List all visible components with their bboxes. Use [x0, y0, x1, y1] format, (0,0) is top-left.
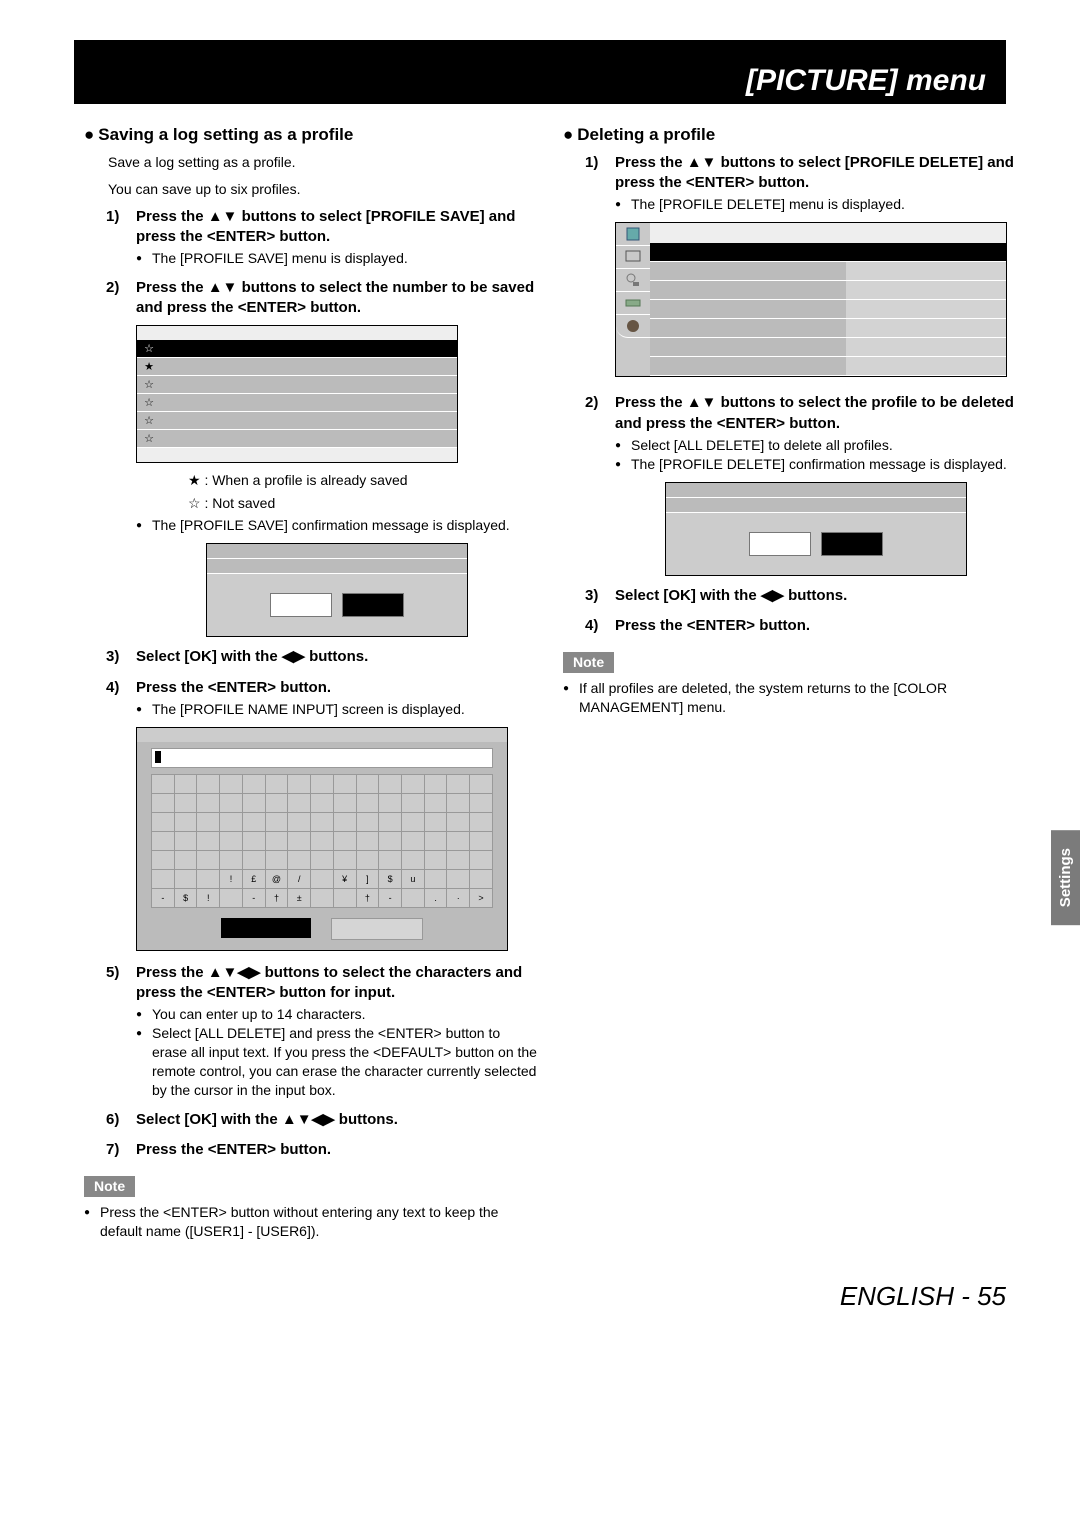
- onscreen-keyboard[interactable]: !£@/¥]$u -$!-†±†-.·>: [151, 774, 493, 908]
- right-step2: Press the ▲▼ buttons to select the profi…: [615, 393, 1016, 434]
- profile-name-input: !£@/¥]$u -$!-†±†-.·>: [136, 727, 508, 951]
- left-heading: Saving a log setting as a profile: [84, 124, 537, 147]
- intro-line2: You can save up to six profiles.: [108, 180, 537, 199]
- right-note1: If all profiles are deleted, the system …: [563, 679, 1016, 717]
- osk-all-delete-button[interactable]: [221, 918, 311, 938]
- left-step5-sub2: Select [ALL DELETE] and press the <ENTER…: [136, 1024, 537, 1100]
- star-outline-icon: ☆: [137, 430, 161, 448]
- lens-icon: [616, 269, 650, 292]
- right-step1: Press the ▲▼ buttons to select [PROFILE …: [615, 153, 1016, 194]
- right-step4: Press the <ENTER> button.: [615, 616, 1016, 636]
- header-bar: [PICTURE] menu: [74, 40, 1006, 104]
- intro-line1: Save a log setting as a profile.: [108, 153, 537, 172]
- left-step5-sub1: You can enter up to 14 characters.: [136, 1005, 537, 1024]
- right-step2-sub2: The [PROFILE DELETE] confirmation messag…: [615, 455, 1016, 474]
- left-step2: Press the ▲▼ buttons to select the numbe…: [136, 278, 537, 319]
- legend-saved: ★ : When a profile is already saved: [188, 471, 537, 490]
- profile-delete-confirm: [665, 482, 967, 576]
- right-step1-sub: The [PROFILE DELETE] menu is displayed.: [615, 195, 1016, 214]
- profile-save-confirm: [206, 543, 468, 637]
- left-step7: Press the <ENTER> button.: [136, 1140, 537, 1160]
- page-footer: ENGLISH - 55: [0, 1241, 1080, 1342]
- screen-icon: [616, 246, 650, 269]
- picture-icon: [616, 223, 650, 246]
- star-outline-icon: ☆: [137, 394, 161, 412]
- profile-save-list: ☆ ★ ☆ ☆ ☆ ☆: [136, 325, 458, 463]
- star-outline-icon: ☆: [137, 412, 161, 430]
- delete-cancel-button[interactable]: [821, 532, 883, 556]
- left-step3: Select [OK] with the ◀▶ buttons.: [136, 647, 537, 667]
- side-tab-settings: Settings: [1051, 830, 1080, 925]
- left-note1: Press the <ENTER> button without enterin…: [84, 1203, 537, 1241]
- star-outline-icon: ☆: [137, 340, 161, 358]
- left-step1: Press the ▲▼ buttons to select [PROFILE …: [136, 207, 537, 248]
- left-step4: Press the <ENTER> button.: [136, 678, 537, 698]
- profile-delete-menu: [615, 222, 1007, 377]
- left-note-label: Note: [84, 1176, 135, 1197]
- left-step4-sub: The [PROFILE NAME INPUT] screen is displ…: [136, 700, 537, 719]
- name-input-field[interactable]: [151, 748, 493, 768]
- left-step2-sub: The [PROFILE SAVE] confirmation message …: [136, 516, 537, 535]
- right-note-label: Note: [563, 652, 614, 673]
- left-step1-sub: The [PROFILE SAVE] menu is displayed.: [136, 249, 537, 268]
- left-step6: Select [OK] with the ▲▼◀▶ buttons.: [136, 1110, 537, 1130]
- lamp-icon: [616, 315, 650, 338]
- star-outline-icon: ☆: [137, 376, 161, 394]
- left-step5: Press the ▲▼◀▶ buttons to select the cha…: [136, 963, 537, 1004]
- legend-notsaved: ☆ : Not saved: [188, 494, 537, 513]
- right-step3: Select [OK] with the ◀▶ buttons.: [615, 586, 1016, 606]
- right-step2-sub1: Select [ALL DELETE] to delete all profil…: [615, 436, 1016, 455]
- confirm-cancel-button[interactable]: [342, 593, 404, 617]
- confirm-ok-button[interactable]: [270, 593, 332, 617]
- header-title: [PICTURE] menu: [746, 64, 986, 98]
- osk-ok-button[interactable]: [331, 918, 423, 940]
- delete-ok-button[interactable]: [749, 532, 811, 556]
- right-column: Deleting a profile Press the ▲▼ buttons …: [563, 118, 1016, 1241]
- right-heading: Deleting a profile: [563, 124, 1016, 147]
- left-column: Saving a log setting as a profile Save a…: [84, 118, 537, 1241]
- setup-icon: [616, 292, 650, 315]
- star-filled-icon: ★: [137, 358, 161, 376]
